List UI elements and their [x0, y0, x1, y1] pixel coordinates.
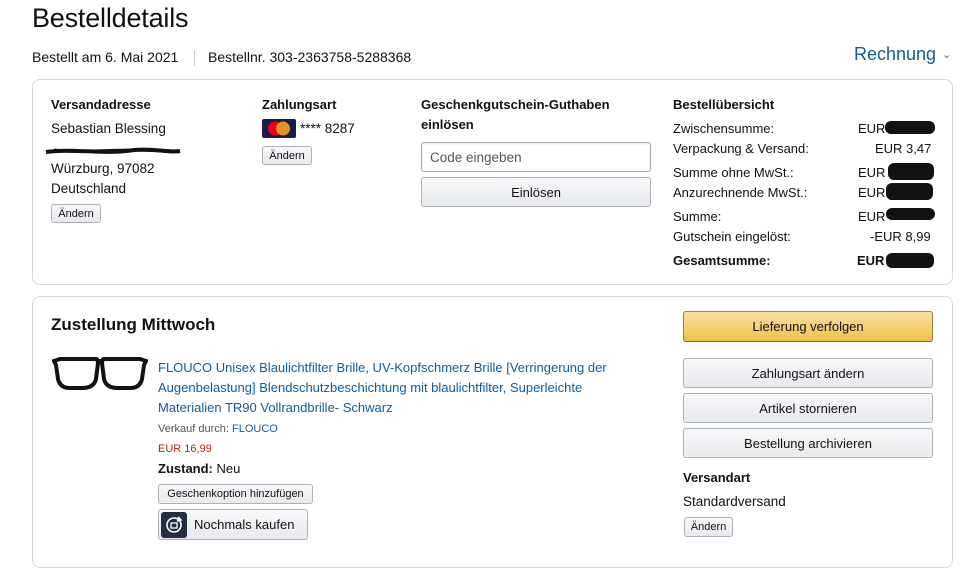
- chevron-down-icon: ⌄: [942, 49, 952, 61]
- summary-row-voucher-label: Gutschein eingelöst:: [673, 229, 791, 244]
- shipping-city: Würzburg, 97082: [51, 161, 155, 176]
- summary-row-grand-total-label: Gesamtsumme:: [673, 253, 771, 268]
- page-title: Bestelldetails: [32, 3, 189, 33]
- shipping-address-heading: Versandadresse: [51, 97, 151, 112]
- archive-order-button[interactable]: Bestellung archivieren: [683, 428, 933, 458]
- product-price: EUR 16,99: [158, 443, 212, 455]
- product-condition: Zustand: Neu: [158, 461, 240, 476]
- payment-heading: Zahlungsart: [262, 97, 337, 112]
- gift-card-heading-line2: einlösen: [421, 117, 474, 132]
- summary-row-subtotal-label: Zwischensumme:: [673, 121, 775, 136]
- summary-row-voucher-value: -EUR 8,99: [870, 229, 931, 244]
- buy-again-icon: [161, 511, 187, 538]
- summary-row-vat-value: EUR: [858, 185, 886, 200]
- gift-card-heading-line1: Geschenkgutschein-Guthaben: [421, 97, 610, 112]
- buy-again-button[interactable]: Nochmals kaufen: [158, 509, 308, 540]
- header-divider: [194, 50, 195, 66]
- redeem-button[interactable]: Einlösen: [421, 177, 651, 207]
- summary-row-vat-label: Anzurechnende MwSt.:: [673, 185, 808, 200]
- shipping-country: Deutschland: [51, 181, 127, 196]
- seller-link[interactable]: FLOUCO: [232, 423, 278, 435]
- cancel-items-button[interactable]: Artikel stornieren: [683, 393, 933, 423]
- glasses-product-image[interactable]: [51, 355, 149, 391]
- invoice-link[interactable]: Rechnung ⌄: [854, 44, 951, 65]
- change-payment-button[interactable]: Ändern: [262, 146, 312, 165]
- product-title-line3[interactable]: Materialien TR90 Vollrandbrille- Schwarz: [158, 398, 393, 418]
- summary-row-grand-total-value: EUR: [857, 253, 885, 268]
- product-title-line1[interactable]: FLOUCO Unisex Blaulichtfilter Brille, UV…: [158, 358, 607, 378]
- summary-row-shipping-value: EUR 3,47: [875, 141, 932, 156]
- shipping-name: Sebastian Blessing: [51, 121, 166, 136]
- order-date: Bestellt am 6. Mai 2021: [32, 49, 179, 65]
- product-title-line2[interactable]: Augenbelastung] Blendschutzbeschichtung …: [158, 378, 582, 398]
- delivery-heading: Zustellung Mittwoch: [51, 315, 216, 334]
- track-package-button[interactable]: Lieferung verfolgen: [683, 311, 933, 342]
- summary-row-subtotal-value: EUR: [858, 121, 886, 136]
- condition-value: Neu: [216, 461, 241, 476]
- order-number: Bestellnr. 303-2363758-5288368: [208, 49, 412, 65]
- change-payment-method-button[interactable]: Zahlungsart ändern: [683, 358, 933, 388]
- gift-code-input[interactable]: [421, 142, 651, 172]
- summary-row-total-label: Summe:: [673, 209, 722, 224]
- change-shipping-method-button[interactable]: Ändern: [684, 517, 733, 537]
- card-number: **** 8287: [300, 121, 355, 136]
- change-address-button[interactable]: Ändern: [51, 204, 101, 223]
- redacted-street: [44, 143, 182, 154]
- sold-by: Verkauf durch: FLOUCO: [158, 423, 278, 435]
- summary-row-net-label: Summe ohne MwSt.:: [673, 165, 794, 180]
- invoice-link-label[interactable]: Rechnung: [854, 44, 936, 64]
- shipping-method-value: Standardversand: [683, 494, 786, 509]
- redaction-scribble: [888, 163, 934, 180]
- condition-label: Zustand:: [158, 461, 213, 476]
- shipping-method-heading: Versandart: [683, 470, 751, 485]
- buy-again-label[interactable]: Nochmals kaufen: [194, 517, 294, 532]
- redaction-scribble: [885, 121, 935, 134]
- sold-by-label: Verkauf durch:: [158, 423, 229, 435]
- summary-row-total-value: EUR: [858, 209, 886, 224]
- summary-row-shipping-label: Verpackung & Versand:: [673, 141, 809, 156]
- redaction-scribble: [886, 208, 935, 220]
- summary-row-net-value: EUR: [858, 165, 886, 180]
- redaction-scribble: [45, 147, 181, 154]
- order-summary-heading: Bestellübersicht: [673, 97, 775, 112]
- add-gift-option-button[interactable]: Geschenkoption hinzufügen: [158, 484, 313, 504]
- redaction-scribble: [886, 183, 933, 200]
- redaction-scribble: [886, 253, 934, 268]
- mastercard-icon: [262, 119, 296, 138]
